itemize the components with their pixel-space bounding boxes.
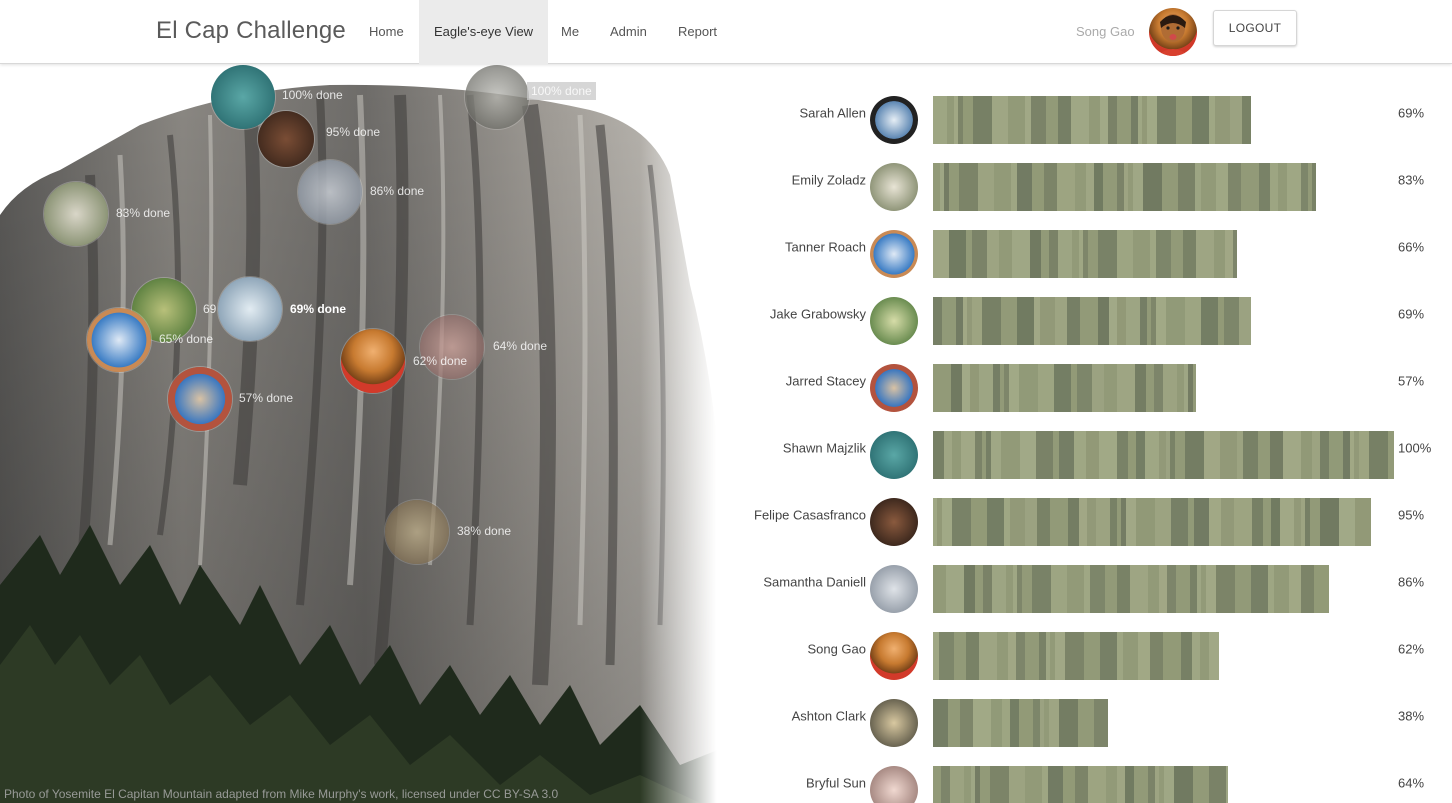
nav-home[interactable]: Home (354, 0, 419, 64)
progress-percent: 86% (1398, 574, 1425, 590)
climber-marker[interactable] (465, 65, 529, 129)
leaderboard-row: Samantha Daniell 86% (740, 534, 1452, 613)
progress-bar-stripe (1025, 766, 1042, 803)
climber-marker-ashton-clark[interactable] (385, 500, 449, 564)
progress-bar-stripe (950, 766, 964, 803)
progress-bar (933, 766, 1228, 803)
climber-name: Sarah Allen (799, 105, 867, 121)
progress-percent: 64% (1398, 775, 1425, 791)
climber-name: Song Gao (807, 641, 866, 657)
top-navbar: El Cap Challenge Home Eagle's-eye View M… (0, 0, 1452, 64)
climber-label: 100% done (282, 88, 343, 102)
progress-bar-stripe (1148, 766, 1155, 803)
climber-label: 69% done (290, 302, 347, 316)
climber-name: Jake Grabowsky (769, 306, 866, 322)
nav-admin[interactable]: Admin (595, 0, 662, 64)
nav-me[interactable]: Me (546, 0, 594, 64)
climber-marker-samantha-daniell[interactable] (298, 160, 362, 224)
mountain-edge-fade (640, 65, 730, 803)
leaderboard-row: Jarred Stacey 57% (740, 333, 1452, 412)
climber-label: 62% done (413, 354, 468, 368)
leaderboard-row: Bryful Sun 64% (740, 735, 1452, 803)
progress-bar-stripe (975, 766, 980, 803)
climber-name: Jarred Stacey (785, 373, 866, 389)
progress-percent: 38% (1398, 708, 1425, 724)
progress-bar-stripe (1164, 766, 1174, 803)
climber-name: Shawn Majzlik (782, 440, 866, 456)
progress-bar-stripe (980, 766, 990, 803)
photo-credit: Photo of Yosemite El Capitan Mountain ad… (4, 787, 559, 801)
climber-name: Tanner Roach (785, 239, 866, 255)
leaderboard-row: Shawn Majzlik 100% (740, 400, 1452, 479)
progress-bar-stripe (1048, 766, 1063, 803)
climber-name: Bryful Sun (806, 775, 866, 791)
progress-percent: 69% (1398, 306, 1425, 322)
progress-bar-stripe (1009, 766, 1025, 803)
progress-bar-stripe (1063, 766, 1075, 803)
progress-bar-stripe (1159, 766, 1164, 803)
avatar-face-icon (1157, 14, 1189, 56)
progress-percent: 62% (1398, 641, 1425, 657)
progress-bar-stripe (1088, 766, 1106, 803)
climber-name: Felipe Casasfranco (754, 507, 866, 523)
climber-label: 65% done (159, 332, 214, 346)
climber-name: Samantha Daniell (763, 574, 866, 590)
current-user-avatar[interactable] (1149, 8, 1197, 56)
progress-percent: 66% (1398, 239, 1425, 255)
mountain-illustration (0, 84, 730, 803)
leaderboard-row: Jake Grabowsky 69% (740, 266, 1452, 345)
progress-bar-stripe (1174, 766, 1193, 803)
leaderboard-row: Song Gao 62% (740, 601, 1452, 680)
progress-bar-stripe (964, 766, 971, 803)
progress-bar-stripe (990, 766, 1009, 803)
climber-name: Ashton Clark (791, 708, 866, 724)
progress-bar-stripe (971, 766, 975, 803)
climber-label: 64% done (493, 339, 548, 353)
nav-report[interactable]: Report (663, 0, 732, 64)
progress-bar-stripe (941, 766, 950, 803)
progress-percent: 69% (1398, 105, 1425, 121)
logout-button[interactable]: LOGOUT (1213, 10, 1297, 46)
progress-bar-stripe (1106, 766, 1117, 803)
climber-label: 83% done (116, 206, 171, 220)
progress-percent: 95% (1398, 507, 1425, 523)
progress-bar-stripe (1209, 766, 1226, 803)
leaderboard: Sarah Allen 69% Emily Zoladz 83% Tanner … (740, 65, 1452, 803)
leaderboard-row: Tanner Roach 66% (740, 199, 1452, 278)
climber-label: 100% done (527, 82, 596, 100)
progress-bar-stripe (1134, 766, 1148, 803)
mountain-view: 100% done 100% done 95% done 86% done 83… (0, 65, 730, 803)
progress-bar-stripe (1155, 766, 1159, 803)
progress-bar-stripe (1117, 766, 1125, 803)
progress-bar-stripe (1075, 766, 1088, 803)
current-user-name: Song Gao (1076, 24, 1135, 39)
climber-label: 95% done (326, 125, 381, 139)
climber-marker-felipe-casasfranco[interactable] (258, 111, 314, 167)
progress-bar-stripe (1125, 766, 1134, 803)
progress-bar-stripe (933, 766, 941, 803)
progress-bar-stripe (1042, 766, 1048, 803)
app-title[interactable]: El Cap Challenge (156, 17, 346, 45)
climber-marker-song-gao[interactable] (341, 329, 405, 393)
progress-percent: 57% (1398, 373, 1425, 389)
climber-label: 57% done (239, 391, 294, 405)
leaderboard-row: Ashton Clark 38% (740, 668, 1452, 747)
nav-eagles-eye-view[interactable]: Eagle's-eye View (419, 0, 549, 64)
climber-marker-tanner-roach[interactable] (87, 308, 151, 372)
progress-percent: 100% (1398, 440, 1432, 456)
leaderboard-row: Sarah Allen 69% (740, 65, 1452, 144)
climber-label: 86% done (370, 184, 425, 198)
leaderboard-row: Emily Zoladz 83% (740, 132, 1452, 211)
progress-bar-stripe (1193, 766, 1209, 803)
climber-avatar[interactable] (870, 766, 918, 803)
progress-bar-stripe (1226, 766, 1228, 803)
leaderboard-row: Felipe Casasfranco 95% (740, 467, 1452, 546)
climber-marker-emily-zoladz[interactable] (44, 182, 108, 246)
climber-label: 38% done (457, 524, 512, 538)
climber-name: Emily Zoladz (791, 172, 866, 188)
progress-percent: 83% (1398, 172, 1425, 188)
climber-marker-jarred-stacey[interactable] (168, 367, 232, 431)
climber-marker-sarah-allen[interactable] (218, 277, 282, 341)
